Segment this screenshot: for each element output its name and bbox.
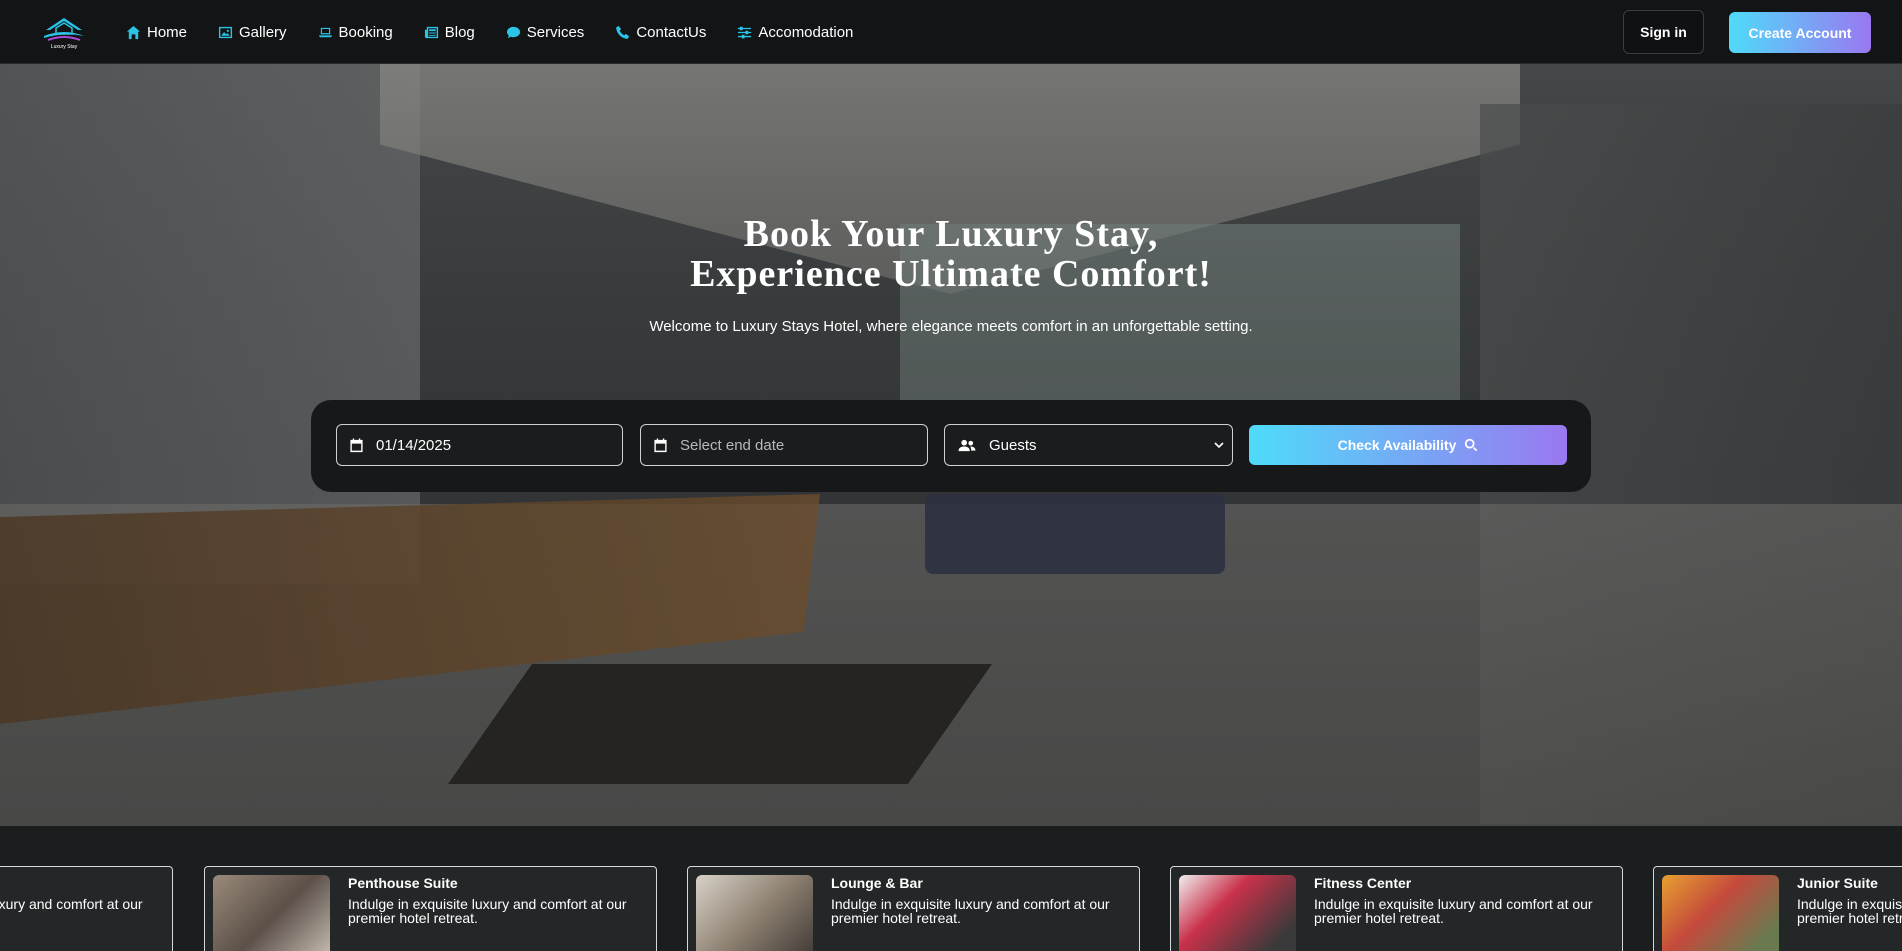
search-icon	[1465, 438, 1478, 452]
sign-in-button[interactable]: Sign in	[1623, 10, 1704, 54]
amenity-thumbnail	[696, 875, 813, 951]
nav-item-blog[interactable]: Blog	[424, 24, 475, 41]
start-date-value: 01/14/2025	[376, 436, 452, 454]
nav-item-booking[interactable]: Booking	[318, 24, 393, 41]
hero-title: Book Your Luxury Stay, Experience Ultima…	[0, 214, 1902, 294]
nav-item-label: ContactUs	[636, 23, 707, 41]
nav-item-label: Gallery	[239, 23, 287, 41]
amenity-title: Fitness Center	[1314, 875, 1412, 891]
check-availability-button[interactable]: Check Availability	[1249, 425, 1567, 465]
nav-item-label: Accomodation	[758, 23, 854, 41]
hero-background-rug	[447, 664, 993, 784]
navbar: Luxury Stay Home Gallery Booking Blog Se…	[0, 0, 1902, 64]
nav-item-label: Booking	[338, 23, 393, 41]
create-account-button[interactable]: Create Account	[1729, 12, 1871, 53]
nav-item-label: Home	[147, 23, 188, 41]
logo-text: Luxury Stay	[51, 44, 78, 50]
calendar-icon	[654, 437, 667, 452]
nav-item-label: Blog	[444, 23, 475, 41]
sliders-icon	[738, 26, 752, 38]
calendar-icon	[350, 437, 363, 452]
users-icon	[958, 439, 976, 451]
nav-item-label: Services	[526, 23, 585, 41]
nav-item-gallery[interactable]: Gallery	[218, 24, 287, 41]
nav-item-accomodation[interactable]: Accomodation	[737, 24, 853, 41]
booking-bar: 01/14/2025 Select end date Guests Check …	[311, 400, 1591, 492]
home-icon	[126, 25, 141, 39]
amenity-title: Lounge & Bar	[831, 875, 923, 891]
hero-subtitle: Welcome to Luxury Stays Hotel, where ele…	[649, 318, 1253, 335]
hero-background-sofa	[925, 494, 1225, 574]
nav-item-home[interactable]: Home	[126, 24, 187, 41]
amenity-thumbnail	[1179, 875, 1296, 951]
guests-select[interactable]: Guests	[944, 424, 1233, 466]
nav-item-contactus[interactable]: ContactUs	[615, 24, 706, 41]
amenity-title: Penthouse Suite	[348, 875, 458, 891]
logo[interactable]: Luxury Stay	[38, 14, 90, 50]
nav-links: Home Gallery Booking Blog Services Conta…	[126, 0, 884, 64]
amenity-card[interactable]: Indulge in exquisite luxury and comfort …	[0, 866, 173, 951]
amenity-card[interactable]: Lounge & Bar Indulge in exquisite luxury…	[687, 866, 1140, 951]
guests-selected-value: Guests	[989, 436, 1037, 454]
newspaper-icon	[424, 26, 438, 38]
amenity-description: Indulge in exquisite luxury and comfort …	[831, 896, 1110, 926]
hero-title-line1: Book Your Luxury Stay,	[743, 213, 1159, 255]
amenity-thumbnail	[213, 875, 330, 951]
amenity-description: Indulge in exquisite luxury and comfort …	[348, 896, 627, 926]
hero-title-line2: Experience Ultimate Comfort!	[690, 253, 1212, 295]
start-date-input[interactable]: 01/14/2025	[336, 424, 623, 466]
hero-section: Book Your Luxury Stay, Experience Ultima…	[0, 64, 1902, 826]
amenities-carousel: Indulge in exquisite luxury and comfort …	[0, 826, 1902, 951]
amenity-description: Indulge in exquisite luxury and comfort …	[1797, 896, 1902, 926]
amenity-card[interactable]: Fitness Center Indulge in exquisite luxu…	[1170, 866, 1623, 951]
laptop-icon	[318, 27, 332, 37]
end-date-input[interactable]: Select end date	[640, 424, 928, 466]
check-availability-label: Check Availability	[1337, 437, 1457, 453]
amenity-card[interactable]: Penthouse Suite Indulge in exquisite lux…	[204, 866, 657, 951]
nav-item-services[interactable]: Services	[506, 23, 585, 41]
amenity-card[interactable]: Junior Suite Indulge in exquisite luxury…	[1653, 866, 1902, 951]
phone-icon	[616, 25, 630, 39]
amenity-description: Indulge in exquisite luxury and comfort …	[1314, 896, 1593, 926]
amenity-description: Indulge in exquisite luxury and comfort …	[0, 896, 143, 912]
amenity-title: Junior Suite	[1797, 875, 1878, 891]
chat-icon	[506, 26, 520, 38]
end-date-placeholder: Select end date	[680, 436, 785, 454]
image-icon	[218, 26, 233, 38]
chevron-down-icon	[1214, 442, 1224, 449]
amenity-thumbnail	[1662, 875, 1779, 951]
